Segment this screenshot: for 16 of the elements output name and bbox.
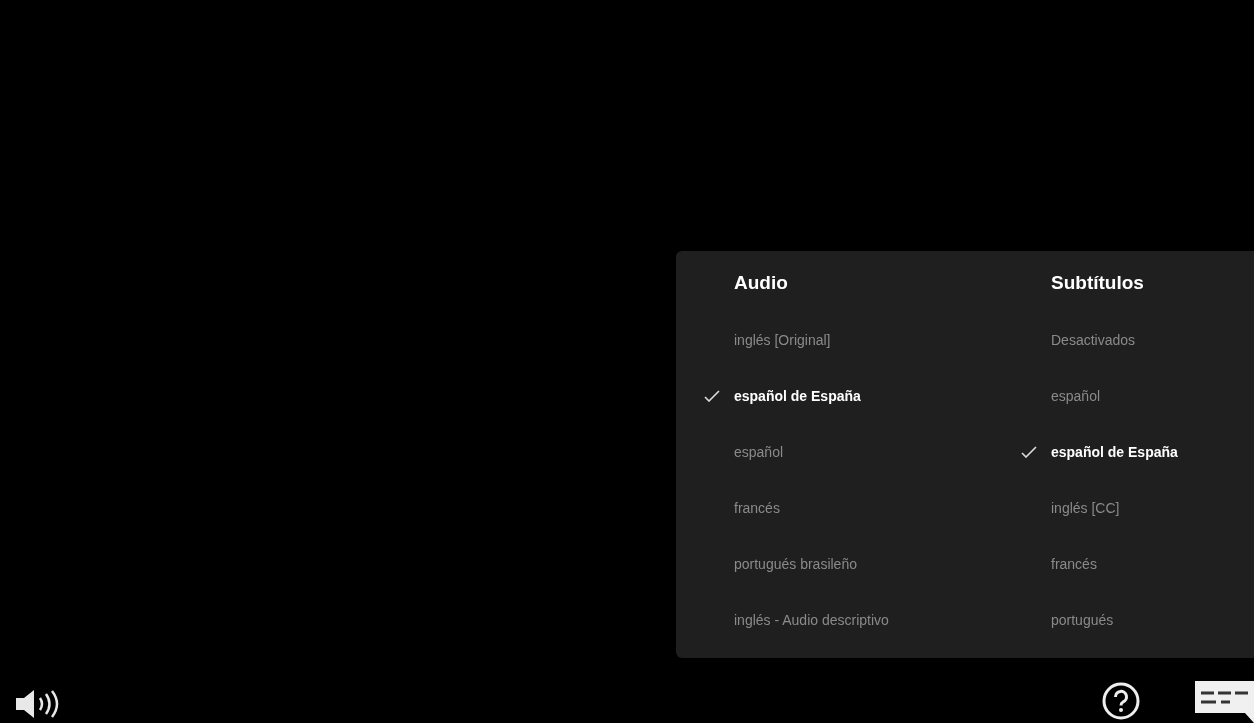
language-option[interactable]: francés: [734, 497, 780, 519]
column-heading: Subtítulos: [1050, 271, 1145, 295]
subtitles-icon[interactable]: [1195, 681, 1254, 723]
language-option[interactable]: español: [1051, 385, 1101, 407]
language-option[interactable]: portugués: [1051, 609, 1114, 631]
language-option[interactable]: portugués brasileño: [734, 553, 857, 575]
language-option[interactable]: Desactivados: [1051, 329, 1136, 351]
language-option[interactable]: inglés [Original]: [734, 329, 831, 351]
help-icon[interactable]: [1102, 682, 1140, 720]
language-option[interactable]: francés: [1051, 553, 1097, 575]
language-option[interactable]: inglés - Audio descriptivo: [734, 609, 889, 631]
language-option[interactable]: español: [734, 441, 784, 463]
column-heading: Audio: [733, 271, 789, 295]
language-option[interactable]: inglés [CC]: [1051, 497, 1120, 519]
language-option[interactable]: español de España: [1051, 441, 1178, 463]
language-option[interactable]: español de España: [734, 385, 861, 407]
